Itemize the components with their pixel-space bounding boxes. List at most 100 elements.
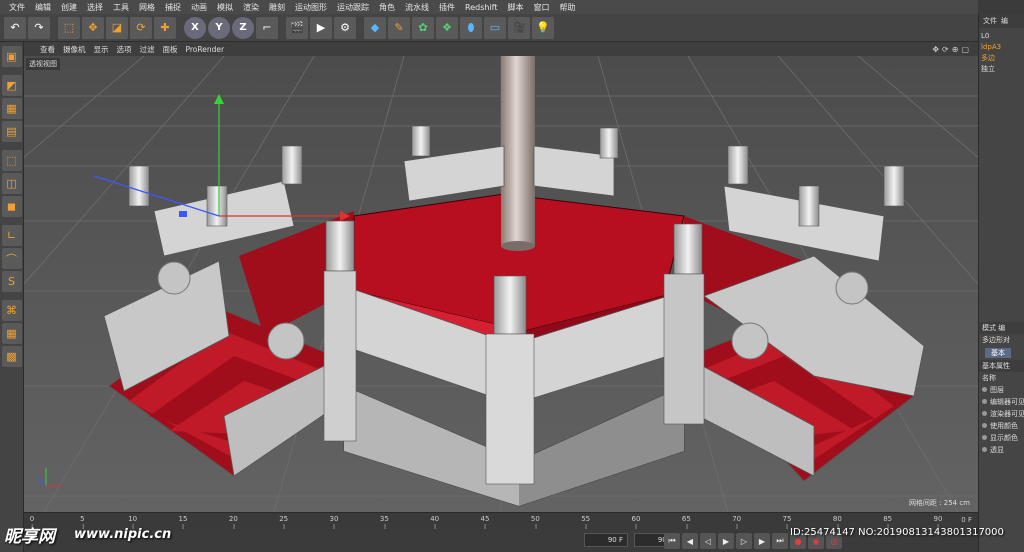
cube-icon[interactable]: ◆ xyxy=(364,16,386,39)
object-manager-tab-file[interactable]: 文件 xyxy=(983,16,997,26)
scale-tool-icon[interactable]: ◪ xyxy=(106,16,128,39)
object-item-selected[interactable]: ldpA3 xyxy=(981,42,1022,53)
menu-pipeline[interactable]: 流水线 xyxy=(400,2,434,13)
timeline-tick: 65 xyxy=(681,515,691,529)
camera-icon[interactable]: 🎥 xyxy=(508,16,530,39)
viewport-nav-icons[interactable]: ✥⟳⊕▢ xyxy=(928,45,978,54)
perspective-viewport[interactable]: 透视视图 网格间距 : 254 cm xyxy=(24,56,978,512)
menu-create[interactable]: 创建 xyxy=(56,2,82,13)
menu-help[interactable]: 帮助 xyxy=(554,2,580,13)
workplane-icon[interactable]: ▤ xyxy=(1,121,22,142)
render-picture-viewer-icon[interactable]: ▶ xyxy=(310,16,332,39)
timeline-tick: 45 xyxy=(480,515,490,529)
next-key-icon[interactable]: ▶ xyxy=(754,533,770,549)
rotate-tool-icon[interactable]: ⟳ xyxy=(130,16,152,39)
prev-frame-icon[interactable]: ◁ xyxy=(700,533,716,549)
main-toolbar: ↶ ↷ ⬚ ✥ ◪ ⟳ ✚ X Y Z ⌐ 🎬 ▶ ⚙ ◆ ✎ ✿ ❖ ⬮ ▭ … xyxy=(0,14,978,42)
timeline-tick: 90 xyxy=(933,515,943,529)
menu-animate[interactable]: 动画 xyxy=(186,2,212,13)
move-tool-icon[interactable]: ✥ xyxy=(82,16,104,39)
basic-tab[interactable]: 基本 xyxy=(985,348,1011,358)
field-name[interactable]: 名称 xyxy=(979,372,1024,384)
grid-workplane-icon[interactable]: ▩ xyxy=(1,346,22,367)
menu-redshift[interactable]: Redshift xyxy=(460,3,502,12)
timeline-tick: 55 xyxy=(581,515,591,529)
soft-selection-icon[interactable]: ⌒ xyxy=(1,248,22,269)
polygons-mode-icon[interactable]: ◼ xyxy=(1,196,22,217)
preview-start-field[interactable]: 90 F xyxy=(584,533,628,547)
undo-icon[interactable]: ↶ xyxy=(4,16,26,39)
x-axis-toggle[interactable]: X xyxy=(184,16,206,39)
object-item-standalone[interactable]: 独立 xyxy=(981,64,1022,75)
viewport-menu-filter[interactable]: 过滤 xyxy=(136,44,159,55)
timeline-tick: 80 xyxy=(832,515,842,529)
edges-mode-icon[interactable]: ◫ xyxy=(1,173,22,194)
viewport-menu-options[interactable]: 选项 xyxy=(113,44,136,55)
field-use-color[interactable]: 使用颜色 xyxy=(979,420,1024,432)
menu-mesh[interactable]: 网格 xyxy=(134,2,160,13)
menu-window[interactable]: 窗口 xyxy=(528,2,554,13)
texture-mode-icon[interactable]: ▦ xyxy=(1,98,22,119)
play-icon[interactable]: ▶ xyxy=(718,533,734,549)
timeline-tick: 15 xyxy=(178,515,188,529)
field-editor-visible[interactable]: 编辑器可见 xyxy=(979,396,1024,408)
z-axis-toggle[interactable]: Z xyxy=(232,16,254,39)
viewport-menu-display[interactable]: 显示 xyxy=(90,44,113,55)
render-view-icon[interactable]: 🎬 xyxy=(286,16,308,39)
menu-edit[interactable]: 编辑 xyxy=(30,2,56,13)
attribute-tab-mode[interactable]: 模式 xyxy=(982,324,996,332)
attribute-tab-edit[interactable]: 编 xyxy=(998,324,1005,332)
go-to-end-icon[interactable]: ⏭ xyxy=(772,533,788,549)
menu-select[interactable]: 选择 xyxy=(82,2,108,13)
array-icon[interactable]: ❖ xyxy=(436,16,458,39)
lock-workplane-icon[interactable]: ▦ xyxy=(1,323,22,344)
viewport-menu-view[interactable]: 查看 xyxy=(36,44,59,55)
light-icon[interactable]: 💡 xyxy=(532,16,554,39)
menu-mograph[interactable]: 运动图形 xyxy=(290,2,332,13)
object-layer-item[interactable]: L0 xyxy=(981,31,1022,42)
scene-render xyxy=(24,56,978,512)
menu-render[interactable]: 渲染 xyxy=(238,2,264,13)
add-tool-icon[interactable]: ✚ xyxy=(154,16,176,39)
field-layer[interactable]: 图层 xyxy=(979,384,1024,396)
floor-icon[interactable]: ▭ xyxy=(484,16,506,39)
menu-sculpt[interactable]: 雕刻 xyxy=(264,2,290,13)
menu-simulate[interactable]: 模拟 xyxy=(212,2,238,13)
attribute-object-name: 多边形对 xyxy=(982,336,1010,344)
field-render-visible[interactable]: 渲染器可见 xyxy=(979,408,1024,420)
field-display-color[interactable]: 显示颜色 xyxy=(979,432,1024,444)
model-mode-icon[interactable]: ◩ xyxy=(1,75,22,96)
y-axis-toggle[interactable]: Y xyxy=(208,16,230,39)
paint-icon[interactable]: ⌘ xyxy=(1,300,22,321)
points-mode-icon[interactable]: ⬚ xyxy=(1,150,22,171)
viewport-menu-panel[interactable]: 面板 xyxy=(159,44,182,55)
make-editable-icon[interactable]: ▣ xyxy=(1,46,22,67)
snap-icon[interactable]: S xyxy=(1,271,22,292)
subdivision-icon[interactable]: ✿ xyxy=(412,16,434,39)
deformer-icon[interactable]: ⬮ xyxy=(460,16,482,39)
menu-motion-tracking[interactable]: 运动跟踪 xyxy=(332,2,374,13)
menu-plugins[interactable]: 插件 xyxy=(434,2,460,13)
object-item-polygon[interactable]: 多边 xyxy=(981,53,1022,64)
menu-file[interactable]: 文件 xyxy=(4,2,30,13)
object-manager-tab-edit[interactable]: 编 xyxy=(1001,16,1008,26)
basic-properties-header: 基本属性 xyxy=(979,360,1024,372)
menu-tools[interactable]: 工具 xyxy=(108,2,134,13)
select-tool-icon[interactable]: ⬚ xyxy=(58,16,80,39)
prev-key-icon[interactable]: ◀ xyxy=(682,533,698,549)
object-list: L0 ldpA3 多边 独立 xyxy=(979,28,1024,78)
coordinate-system-icon[interactable]: ⌐ xyxy=(256,16,278,39)
viewport-title: 透视视图 xyxy=(26,58,60,70)
render-settings-icon[interactable]: ⚙ xyxy=(334,16,356,39)
field-xray[interactable]: 透显 xyxy=(979,444,1024,456)
viewport-menu-cameras[interactable]: 摄像机 xyxy=(59,44,90,55)
go-to-start-icon[interactable]: ⏮ xyxy=(664,533,680,549)
redo-icon[interactable]: ↷ xyxy=(28,16,50,39)
menu-script[interactable]: 脚本 xyxy=(502,2,528,13)
viewport-menu-prorender[interactable]: ProRender xyxy=(182,45,229,54)
next-frame-icon[interactable]: ▷ xyxy=(736,533,752,549)
menu-character[interactable]: 角色 xyxy=(374,2,400,13)
axis-mode-icon[interactable]: ∟ xyxy=(1,225,22,246)
pen-spline-icon[interactable]: ✎ xyxy=(388,16,410,39)
menu-snap[interactable]: 捕捉 xyxy=(160,2,186,13)
